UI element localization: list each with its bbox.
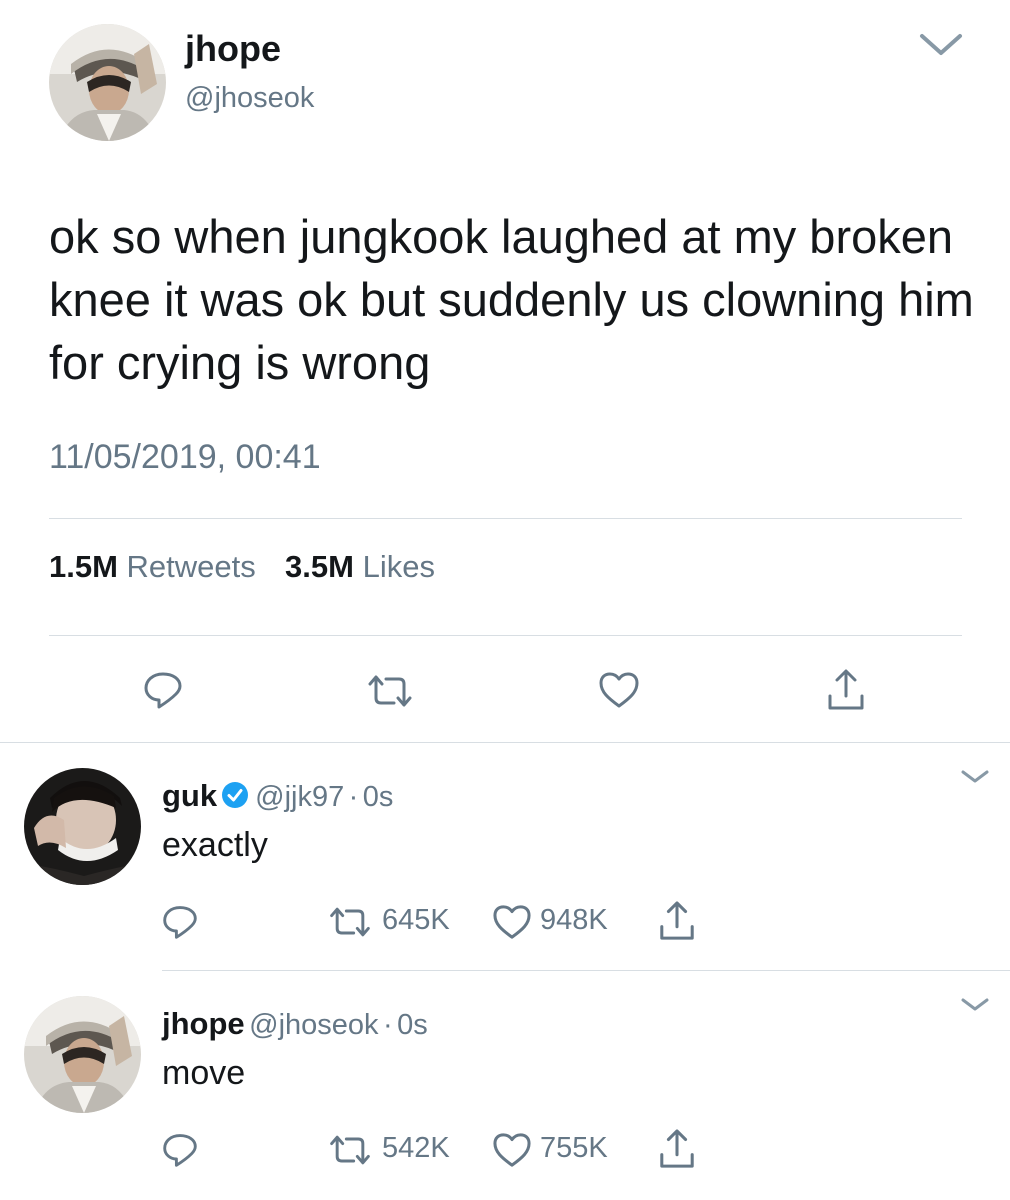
reply-author-handle[interactable]: @jhoseok	[249, 1009, 378, 1041]
tweet-timestamp: 11/05/2019, 00:41	[49, 438, 321, 476]
reply-text: exactly	[162, 826, 268, 864]
verified-badge-icon	[221, 781, 249, 809]
reply-icon[interactable]	[162, 904, 198, 940]
reply-author-name[interactable]: guk	[162, 778, 217, 813]
author-name[interactable]: jhope	[185, 28, 281, 70]
chevron-down-icon[interactable]	[960, 996, 990, 1014]
retweet-icon[interactable]	[366, 674, 414, 708]
tweet-text: ok so when jungkook laughed at my broken…	[49, 210, 974, 389]
heart-icon[interactable]	[492, 904, 532, 940]
share-icon[interactable]	[826, 668, 866, 712]
retweets-stat[interactable]: 1.5M Retweets	[49, 549, 264, 584]
reply-time: 0s	[397, 1009, 428, 1041]
likes-label: Likes	[362, 549, 435, 584]
engagement-stats: 1.5M Retweets 3.5M Likes	[49, 549, 435, 585]
divider	[0, 742, 1010, 743]
chevron-down-icon[interactable]	[918, 30, 964, 60]
reply-avatar[interactable]	[24, 996, 141, 1113]
chevron-down-icon[interactable]	[960, 768, 990, 786]
reply-author-handle[interactable]: @jjk97	[255, 781, 344, 813]
avatar-photo	[49, 24, 166, 141]
like-count: 948K	[540, 904, 608, 936]
reply-header: jhope @jhoseok · 0s	[162, 1006, 428, 1042]
reply-author-name[interactable]: jhope	[162, 1006, 245, 1041]
reply-text: move	[162, 1054, 246, 1092]
like-count: 755K	[540, 1132, 608, 1164]
avatar-photo	[24, 768, 141, 885]
heart-icon[interactable]	[492, 1132, 532, 1168]
retweet-icon[interactable]	[328, 906, 372, 938]
divider	[49, 635, 962, 636]
reply-avatar[interactable]	[24, 768, 141, 885]
share-icon[interactable]	[658, 1128, 696, 1170]
reply-header: guk @jjk97 · 0s	[162, 778, 393, 814]
likes-count: 3.5M	[285, 549, 354, 584]
heart-icon[interactable]	[598, 671, 640, 709]
divider	[49, 518, 962, 519]
retweet-count: 645K	[382, 904, 450, 936]
retweets-count: 1.5M	[49, 549, 118, 584]
retweet-count: 542K	[382, 1132, 450, 1164]
retweet-icon[interactable]	[328, 1134, 372, 1166]
reply-icon[interactable]	[143, 670, 183, 710]
meta-separator: ·	[348, 781, 359, 813]
retweets-label: Retweets	[126, 549, 256, 584]
divider	[162, 970, 1010, 971]
meta-separator: ·	[382, 1009, 393, 1041]
likes-stat[interactable]: 3.5M Likes	[285, 549, 435, 584]
author-handle[interactable]: @jhoseok	[185, 82, 314, 115]
reply-icon[interactable]	[162, 1132, 198, 1168]
share-icon[interactable]	[658, 900, 696, 942]
avatar-photo	[24, 996, 141, 1113]
avatar[interactable]	[49, 24, 166, 141]
reply-time: 0s	[362, 781, 394, 813]
